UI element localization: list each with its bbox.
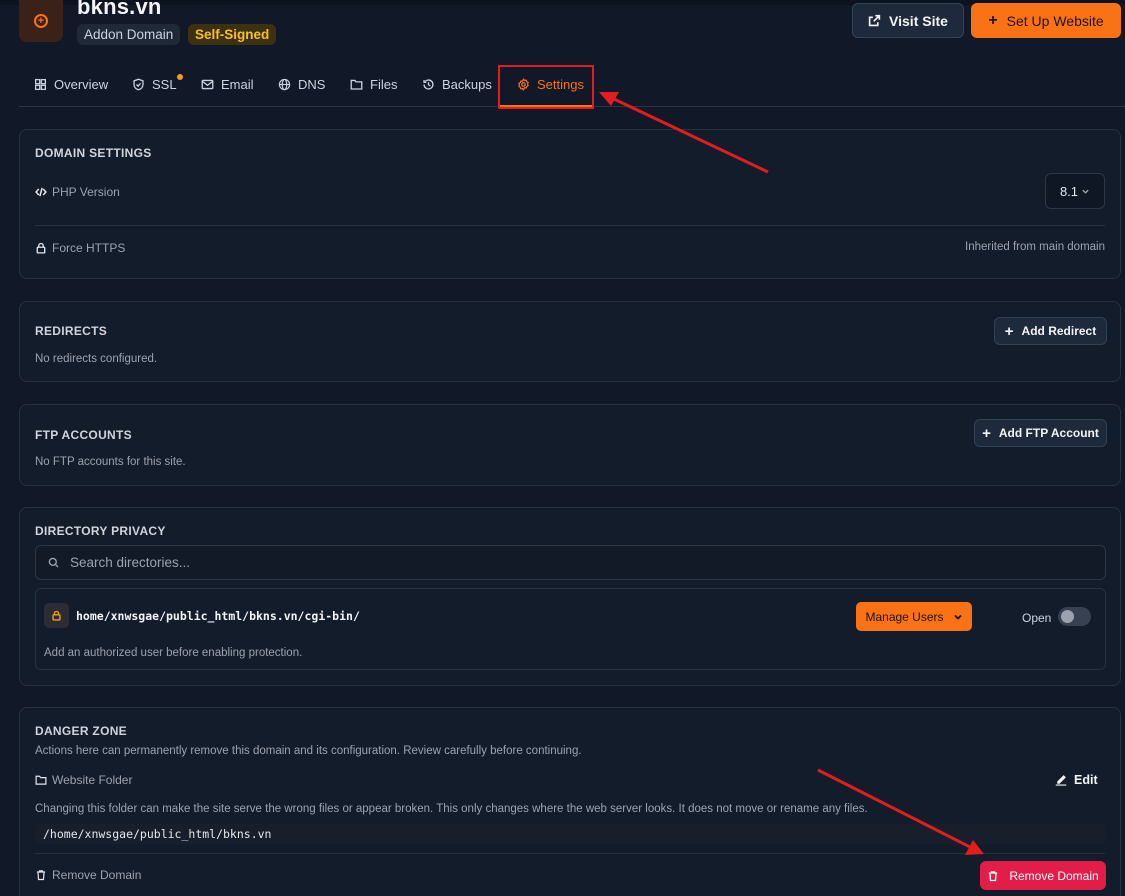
- website-folder-label: Website Folder: [52, 773, 133, 787]
- globe-icon: [278, 78, 291, 91]
- remove-domain-row: Remove Domain: [35, 868, 141, 882]
- set-up-website-label: Set Up Website: [1006, 12, 1104, 29]
- force-https-row: Force HTTPS: [35, 241, 125, 255]
- lock-icon: [52, 610, 61, 621]
- remove-domain-button[interactable]: Remove Domain: [980, 861, 1106, 890]
- protection-toggle[interactable]: [1058, 607, 1091, 626]
- addon-domain-badge: Addon Domain: [77, 24, 181, 45]
- force-https-value: Inherited from main domain: [965, 241, 1105, 253]
- gear-icon: [518, 78, 529, 91]
- folder-warning-text: Changing this folder can make the site s…: [35, 803, 868, 815]
- php-version-row: PHP Version: [35, 185, 120, 199]
- redirects-title: REDIRECTS: [35, 324, 108, 338]
- pencil-icon: [1055, 775, 1067, 786]
- history-icon: [423, 79, 434, 90]
- directory-privacy-title: DIRECTORY PRIVACY: [35, 524, 166, 538]
- tab-overview[interactable]: Overview: [34, 77, 108, 92]
- manage-users-button[interactable]: Manage Users: [856, 602, 972, 631]
- directory-privacy-card: DIRECTORY PRIVACY home/xnwsgae/public_ht…: [19, 507, 1121, 686]
- code-icon: [35, 187, 47, 197]
- tab-files[interactable]: Files: [350, 77, 397, 92]
- site-globe-icon: +: [34, 14, 48, 28]
- tab-ssl-label: SSL: [152, 77, 177, 92]
- remove-domain-button-label: Remove Domain: [1009, 868, 1099, 883]
- directory-lock-badge: [44, 603, 69, 628]
- grid-icon: [34, 78, 47, 91]
- danger-zone-description: Actions here can permanently remove this…: [35, 745, 582, 757]
- ftp-empty-text: No FTP accounts for this site.: [35, 456, 186, 468]
- trash-icon: [36, 870, 46, 881]
- trash-icon: [989, 870, 998, 881]
- tab-overview-label: Overview: [54, 77, 109, 92]
- tab-bar: Overview SSL Email DNS Files Backups Set…: [19, 64, 1125, 107]
- tab-settings[interactable]: Settings: [517, 77, 584, 92]
- chevron-down-icon: [953, 614, 962, 620]
- directory-hint: Add an authorized user before enabling p…: [44, 647, 303, 659]
- redirects-empty-text: No redirects configured.: [35, 353, 158, 365]
- ftp-accounts-title: FTP ACCOUNTS: [35, 428, 132, 442]
- page-title: bkns.vn: [77, 0, 162, 19]
- website-folder-row: Website Folder: [35, 773, 132, 787]
- danger-zone-title: DANGER ZONE: [35, 724, 127, 738]
- ftp-accounts-card: FTP ACCOUNTS No FTP accounts for this si…: [19, 404, 1121, 486]
- add-ftp-account-label: Add FTP Account: [998, 426, 1099, 440]
- visit-site-label: Visit Site: [889, 12, 948, 29]
- ssl-warning-dot: [177, 74, 183, 80]
- active-tab-indicator: [500, 105, 594, 107]
- chevron-down-icon: [1082, 189, 1089, 194]
- tab-dns-label: DNS: [298, 77, 326, 92]
- tab-files-label: Files: [370, 77, 398, 92]
- folder-icon: [350, 79, 363, 90]
- site-icon: +: [19, 0, 63, 42]
- php-version-label: PHP Version: [52, 185, 120, 199]
- tab-backups-label: Backups: [442, 77, 492, 92]
- plus-icon: +: [1004, 322, 1014, 340]
- directory-path: home/xnwsgae/public_html/bkns.vn/cgi-bin…: [76, 609, 360, 623]
- add-redirect-label: Add Redirect: [1021, 324, 1097, 338]
- php-version-select[interactable]: 8.1: [1045, 173, 1105, 209]
- shield-icon: [133, 78, 144, 91]
- ssl-status-badge: Self-Signed: [188, 24, 277, 45]
- tab-settings-label: Settings: [537, 77, 584, 92]
- directory-search[interactable]: [35, 545, 1106, 580]
- protection-status-label: Open: [1022, 611, 1052, 625]
- folder-icon: [35, 775, 47, 785]
- redirects-card: REDIRECTS No redirects configured. + Add…: [19, 301, 1121, 382]
- website-folder-path: /home/xnwsgae/public_html/bkns.vn: [35, 824, 1106, 844]
- tab-email-label: Email: [221, 77, 254, 92]
- danger-zone-card: DANGER ZONE Actions here can permanently…: [19, 707, 1121, 896]
- divider: [35, 853, 1105, 854]
- manage-users-label: Manage Users: [865, 609, 944, 624]
- directory-item: home/xnwsgae/public_html/bkns.vn/cgi-bin…: [35, 588, 1106, 670]
- tab-dns[interactable]: DNS: [278, 77, 325, 92]
- visit-site-button[interactable]: Visit Site: [852, 3, 964, 38]
- edit-label: Edit: [1074, 773, 1098, 787]
- external-link-icon: [868, 14, 881, 27]
- plus-icon: +: [988, 11, 998, 29]
- set-up-website-button[interactable]: + Set Up Website: [971, 3, 1121, 38]
- edit-folder-button[interactable]: Edit: [1055, 773, 1098, 787]
- tab-ssl[interactable]: SSL: [132, 74, 183, 92]
- plus-icon: +: [982, 424, 991, 442]
- remove-domain-label: Remove Domain: [52, 868, 142, 882]
- add-ftp-account-button[interactable]: + Add FTP Account: [974, 419, 1107, 447]
- lock-icon: [36, 242, 46, 254]
- divider: [35, 225, 1105, 226]
- tab-email[interactable]: Email: [201, 77, 254, 92]
- php-version-value: 8.1: [1059, 183, 1079, 199]
- tab-backups[interactable]: Backups: [422, 77, 492, 92]
- mail-icon: [201, 79, 214, 90]
- toggle-knob: [1061, 610, 1074, 623]
- search-icon: [48, 557, 59, 568]
- add-redirect-button[interactable]: + Add Redirect: [994, 317, 1107, 345]
- domain-settings-card: DOMAIN SETTINGS PHP Version 8.1 Force HT…: [19, 129, 1121, 279]
- directory-search-input[interactable]: [70, 555, 970, 570]
- domain-settings-title: DOMAIN SETTINGS: [35, 146, 152, 160]
- force-https-label: Force HTTPS: [52, 241, 126, 255]
